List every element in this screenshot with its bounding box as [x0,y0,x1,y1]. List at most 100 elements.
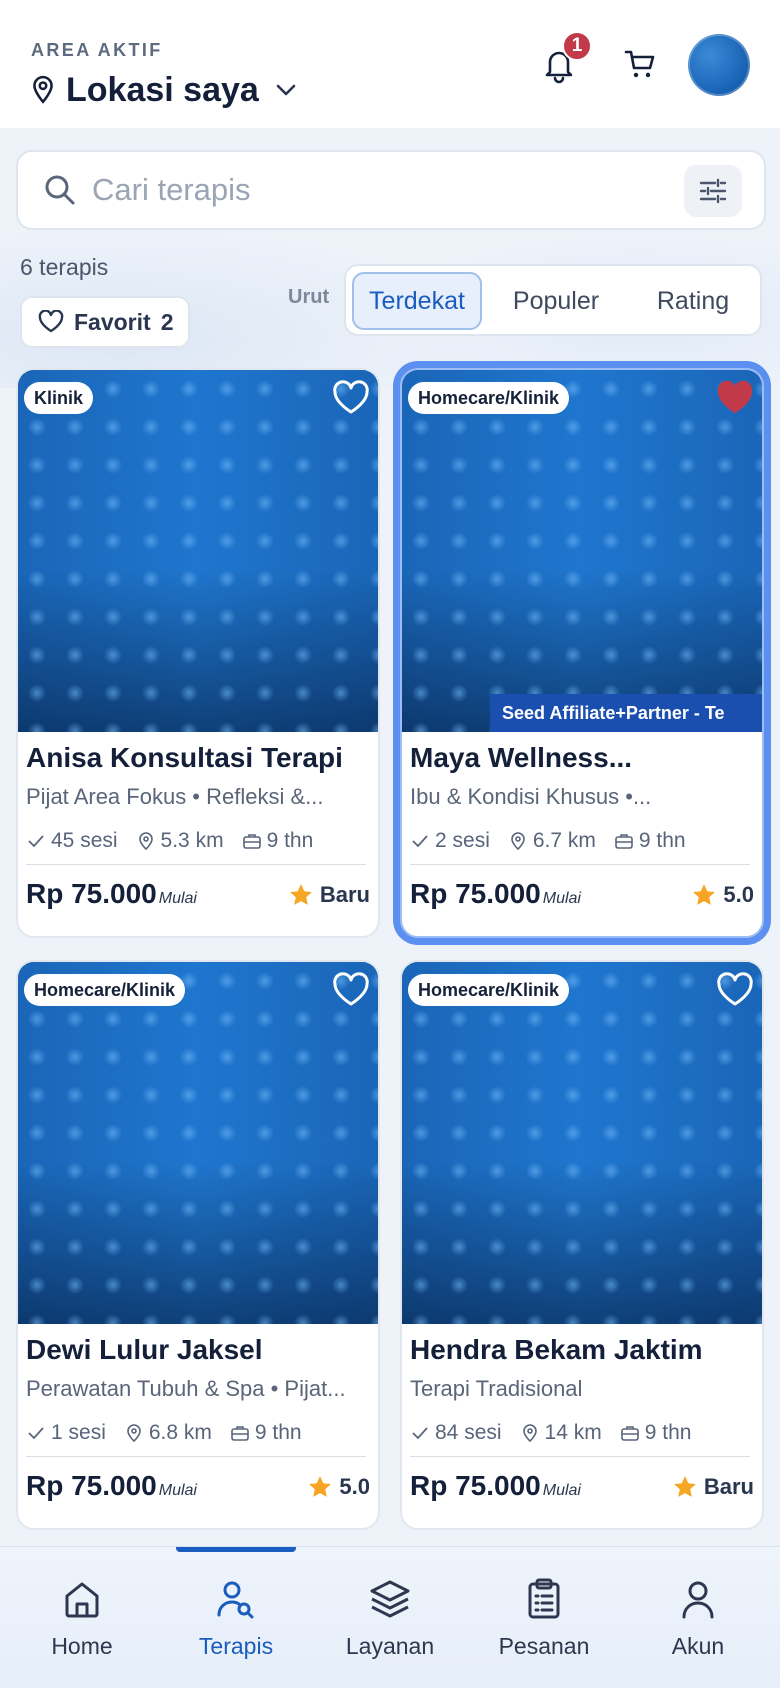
service-type-tag: Homecare/Klinik [408,974,570,1006]
distance: 6.8 km [148,1421,212,1444]
search-bar[interactable]: Cari terapis [16,150,766,230]
nav-label: Home [51,1633,113,1659]
location-pin-icon [522,1424,537,1443]
search-icon [45,175,75,205]
nav-item-terapis[interactable]: Terapis [166,1577,306,1660]
price-value: Rp 75.000 [26,878,157,909]
briefcase-icon [231,1426,249,1441]
therapist-name: Anisa Konsultasi Terapi [26,742,343,773]
price: Rp 75.000 Mulai [410,1470,581,1502]
check-icon [412,835,428,848]
nav-item-pesanan[interactable]: Pesanan [474,1577,614,1660]
heart-outline-icon[interactable] [332,380,370,416]
therapist-categories: Perawatan Tubuh & Spa • Pijat... [26,1376,346,1401]
location-selector[interactable]: Lokasi saya [30,68,297,112]
therapist-search-icon [217,1581,254,1619]
nav-item-akun[interactable]: Akun [628,1577,768,1660]
distance: 14 km [544,1421,602,1444]
briefcase-icon [620,1426,639,1441]
therapist-categories: Pijat Area Fokus • Refleksi &... [26,784,324,809]
heart-outline-icon [38,310,64,333]
nav-item-layanan[interactable]: Layanan [320,1577,460,1660]
clipboard-icon [528,1578,560,1619]
rating-value: Baru [703,1474,754,1499]
heart-outline-icon[interactable] [716,972,754,1008]
avatar[interactable] [688,34,750,96]
session-count: 2 sesi [435,829,490,852]
home-icon [65,1582,99,1618]
sort-option-populer[interactable]: Populer [486,272,626,330]
favorites-count: 2 [160,308,174,335]
therapist-card[interactable]: Homecare/Klinik Seed Affiliate+Partner -… [400,368,764,938]
rating: Baru [672,1474,754,1500]
cart-icon[interactable] [624,48,656,80]
price-value: Rp 75.000 [410,1470,541,1501]
divider [26,1456,366,1457]
check-icon [412,1427,428,1440]
favorites-label: Favorit [74,308,151,335]
nav-label: Pesanan [498,1633,590,1659]
rating: 5.0 [307,1474,370,1500]
check-icon [28,835,44,848]
therapist-categories: Ibu & Kondisi Khusus •... [410,784,652,809]
therapist-photo [18,962,378,1324]
chevron-down-icon [276,84,296,96]
nav-label: Terapis [198,1633,274,1659]
nav-label: Layanan [345,1633,435,1659]
session-count: 84 sesi [435,1421,502,1444]
nav-item-home[interactable]: Home [12,1577,152,1660]
price-note: Mulai [158,1482,197,1499]
sliders-icon [699,178,727,204]
price-value: Rp 75.000 [26,1470,157,1501]
nav-label: Akun [671,1633,725,1659]
star-icon [674,1476,696,1497]
price-value: Rp 75.000 [410,878,541,909]
therapist-stats: 2 sesi 6.7 km 9 thn [410,826,750,856]
notification-badge: 1 [562,31,592,61]
bottom-navigation: Home Terapis Layanan Pesanan Akun [0,1546,780,1688]
filter-button[interactable] [684,165,742,217]
price-note: Mulai [158,890,197,907]
user-icon [682,1581,714,1619]
price: Rp 75.000 Mulai [26,1470,197,1502]
divider [410,864,750,865]
session-count: 1 sesi [51,1421,106,1444]
price-note: Mulai [542,1482,581,1499]
therapist-card[interactable]: Homecare/Klinik Dewi Lulur Jaksel Perawa… [16,960,380,1530]
sort-segmented-control: Terdekat Populer Rating [344,264,762,336]
sort-option-terdekat[interactable]: Terdekat [352,272,482,330]
sort-label: Urut [288,286,330,308]
area-label: AREA AKTIF [31,40,163,60]
sort-option-rating[interactable]: Rating [628,272,758,330]
rating: 5.0 [691,882,754,908]
service-type-tag: Klinik [24,382,94,414]
therapist-card[interactable]: Homecare/Klinik Hendra Bekam Jaktim Tera… [400,960,764,1530]
rating-value: 5.0 [339,1474,370,1499]
location-pin-icon [511,832,525,851]
experience: 9 thn [644,1421,692,1444]
therapist-photo [18,370,378,732]
therapist-photo [402,370,762,732]
heart-filled-icon[interactable] [716,380,754,416]
therapist-stats: 84 sesi 14 km 9 thn [410,1418,750,1448]
experience: 9 thn [266,829,314,852]
price: Rp 75.000 Mulai [26,878,197,910]
layers-icon [370,1580,410,1618]
heart-outline-icon[interactable] [332,972,370,1008]
price: Rp 75.000 Mulai [410,878,581,910]
star-icon [309,1476,332,1497]
therapist-card[interactable]: Klinik Anisa Konsultasi Terapi Pijat Are… [16,368,380,938]
affiliate-ribbon: Seed Affiliate+Partner - Te [490,694,762,732]
therapist-name: Dewi Lulur Jaksel [26,1334,263,1365]
service-type-tag: Homecare/Klinik [408,382,570,414]
rating-value: 5.0 [723,882,754,907]
location-name: Lokasi saya [66,70,259,109]
divider [26,864,366,865]
therapist-stats: 45 sesi 5.3 km 9 thn [26,826,366,856]
search-input[interactable]: Cari terapis [92,172,251,208]
results-count: 6 terapis [20,254,109,280]
session-count: 45 sesi [51,829,118,852]
location-pin-icon [33,75,53,104]
favorites-filter-button[interactable]: Favorit 2 [20,296,190,348]
therapist-name: Hendra Bekam Jaktim [410,1334,703,1365]
